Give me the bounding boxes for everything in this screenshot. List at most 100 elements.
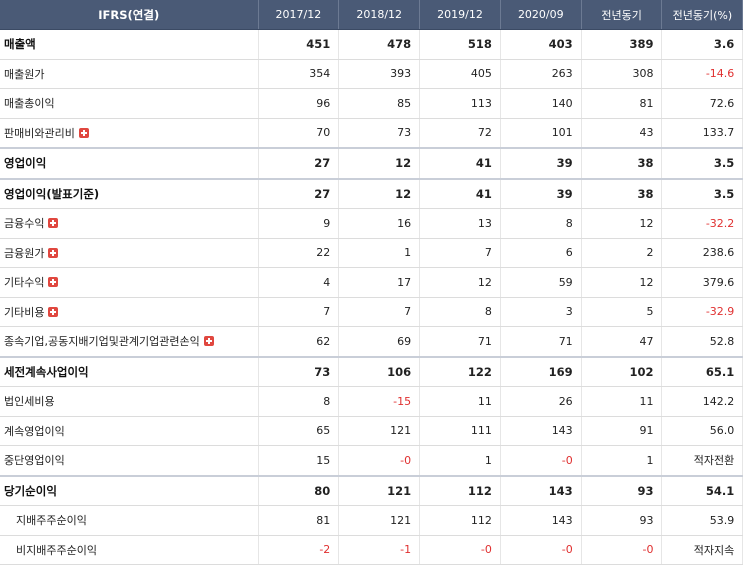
- expand-plus-icon[interactable]: [48, 218, 59, 229]
- value-cell: 73: [258, 356, 340, 387]
- value-cell: 5: [581, 297, 663, 327]
- value-cell: -0: [419, 535, 501, 565]
- value-cell: 518: [419, 29, 501, 60]
- value-cell: 13: [419, 208, 501, 239]
- value-cell: 1: [581, 445, 663, 476]
- value-cell: 405: [419, 59, 501, 89]
- row-label-text: 매출원가: [4, 67, 45, 81]
- row-label-text: 금융원가: [4, 246, 45, 260]
- table-row: 매출원가 354 393 405 263 308 -14.6: [0, 59, 743, 89]
- row-label-text: 기타비용: [4, 305, 45, 319]
- value-cell: 65: [258, 416, 340, 446]
- table-row: 종속기업,공동지배기업및관계기업관련손익 62 69 71 71 47 52.8: [0, 326, 743, 357]
- value-cell: 적자전환: [661, 445, 743, 476]
- financial-statement-table: IFRS(연결) 2017/12 2018/12 2019/12 2020/09…: [0, 0, 743, 565]
- value-cell: -14.6: [661, 59, 743, 89]
- table-row: 금융수익 9 16 13 8 12 -32.2: [0, 208, 743, 239]
- expand-plus-icon[interactable]: [48, 247, 59, 258]
- value-cell: 113: [419, 88, 501, 119]
- value-cell: -2: [258, 535, 340, 565]
- value-cell: 102: [581, 356, 663, 387]
- row-label: 영업이익(발표기준): [0, 178, 259, 209]
- value-cell: 8: [258, 386, 340, 417]
- value-cell: 3.6: [661, 29, 743, 60]
- value-cell: 6: [500, 238, 582, 268]
- value-cell: 112: [419, 475, 501, 506]
- expand-plus-icon[interactable]: [203, 336, 214, 347]
- value-cell: 91: [581, 416, 663, 446]
- header-2020-09: 2020/09: [500, 0, 582, 30]
- value-cell: 140: [500, 88, 582, 119]
- value-cell: 106: [338, 356, 421, 387]
- header-2019: 2019/12: [419, 0, 501, 30]
- table-row: 법인세비용 8 -15 11 26 11 142.2: [0, 386, 743, 417]
- row-label-text: 계속영업이익: [4, 424, 65, 438]
- value-cell: 71: [500, 326, 582, 357]
- value-cell: 적자지속: [661, 535, 743, 565]
- header-2018: 2018/12: [338, 0, 421, 30]
- value-cell: 12: [338, 148, 421, 179]
- value-cell: 26: [500, 386, 582, 417]
- value-cell: 54.1: [661, 475, 743, 506]
- value-cell: 52.8: [661, 326, 743, 357]
- value-cell: 62: [258, 326, 340, 357]
- header-prev-period: 전년동기: [581, 0, 663, 30]
- header-row: IFRS(연결) 2017/12 2018/12 2019/12 2020/09…: [0, 0, 743, 30]
- value-cell: 81: [258, 505, 340, 536]
- value-cell: 112: [419, 505, 501, 536]
- value-cell: -32.2: [661, 208, 743, 239]
- row-label: 금융수익: [0, 208, 259, 239]
- value-cell: -15: [338, 386, 421, 417]
- value-cell: 81: [581, 88, 663, 119]
- value-cell: -0: [500, 535, 582, 565]
- value-cell: 1: [419, 445, 501, 476]
- value-cell: 43: [581, 118, 663, 149]
- row-label-text: 법인세비용: [4, 395, 55, 409]
- expand-plus-icon[interactable]: [48, 277, 59, 288]
- value-cell: 15: [258, 445, 340, 476]
- value-cell: 12: [581, 208, 663, 239]
- row-label: 당기순이익: [0, 475, 259, 506]
- value-cell: 38: [581, 178, 663, 209]
- value-cell: 11: [581, 386, 663, 417]
- value-cell: 121: [338, 505, 421, 536]
- row-label-text: 판매비와관리비: [4, 126, 75, 140]
- value-cell: 72: [419, 118, 501, 149]
- value-cell: 143: [500, 505, 582, 536]
- table-row: 영업이익 27 12 41 39 38 3.5: [0, 148, 743, 179]
- expand-plus-icon[interactable]: [48, 306, 59, 317]
- value-cell: 93: [581, 475, 663, 506]
- row-label-text: 중단영업이익: [4, 454, 65, 468]
- row-label: 매출원가: [0, 59, 259, 89]
- value-cell: 27: [258, 178, 340, 209]
- value-cell: 379.6: [661, 267, 743, 298]
- value-cell: 451: [258, 29, 340, 60]
- value-cell: 101: [500, 118, 582, 149]
- table-row: 지배주주순이익 81 121 112 143 93 53.9: [0, 505, 743, 536]
- value-cell: 7: [419, 238, 501, 268]
- row-label: 종속기업,공동지배기업및관계기업관련손익: [0, 326, 259, 357]
- row-label-text: 영업이익(발표기준): [4, 186, 100, 201]
- row-label-text: 기타수익: [4, 276, 45, 290]
- value-cell: 12: [419, 267, 501, 298]
- table-row: 세전계속사업이익 73 106 122 169 102 65.1: [0, 356, 743, 387]
- value-cell: 96: [258, 88, 340, 119]
- row-label: 법인세비용: [0, 386, 259, 417]
- table-row: 당기순이익 80 121 112 143 93 54.1: [0, 475, 743, 506]
- table-row: 비지배주주순이익 -2 -1 -0 -0 -0 적자지속: [0, 535, 743, 565]
- value-cell: 308: [581, 59, 663, 89]
- table-row: 매출액 451 478 518 403 389 3.6: [0, 29, 743, 60]
- value-cell: 93: [581, 505, 663, 536]
- row-label: 금융원가: [0, 238, 259, 268]
- expand-plus-icon[interactable]: [78, 127, 89, 138]
- table-row: 매출총이익 96 85 113 140 81 72.6: [0, 88, 743, 119]
- value-cell: 111: [419, 416, 501, 446]
- row-label: 매출액: [0, 29, 259, 60]
- value-cell: 122: [419, 356, 501, 387]
- header-prev-period-pct: 전년동기(%): [661, 0, 743, 30]
- value-cell: 17: [338, 267, 421, 298]
- row-label-text: 비지배주주순이익: [16, 543, 97, 557]
- value-cell: 70: [258, 118, 340, 149]
- value-cell: 8: [419, 297, 501, 327]
- row-label-text: 영업이익: [4, 156, 47, 171]
